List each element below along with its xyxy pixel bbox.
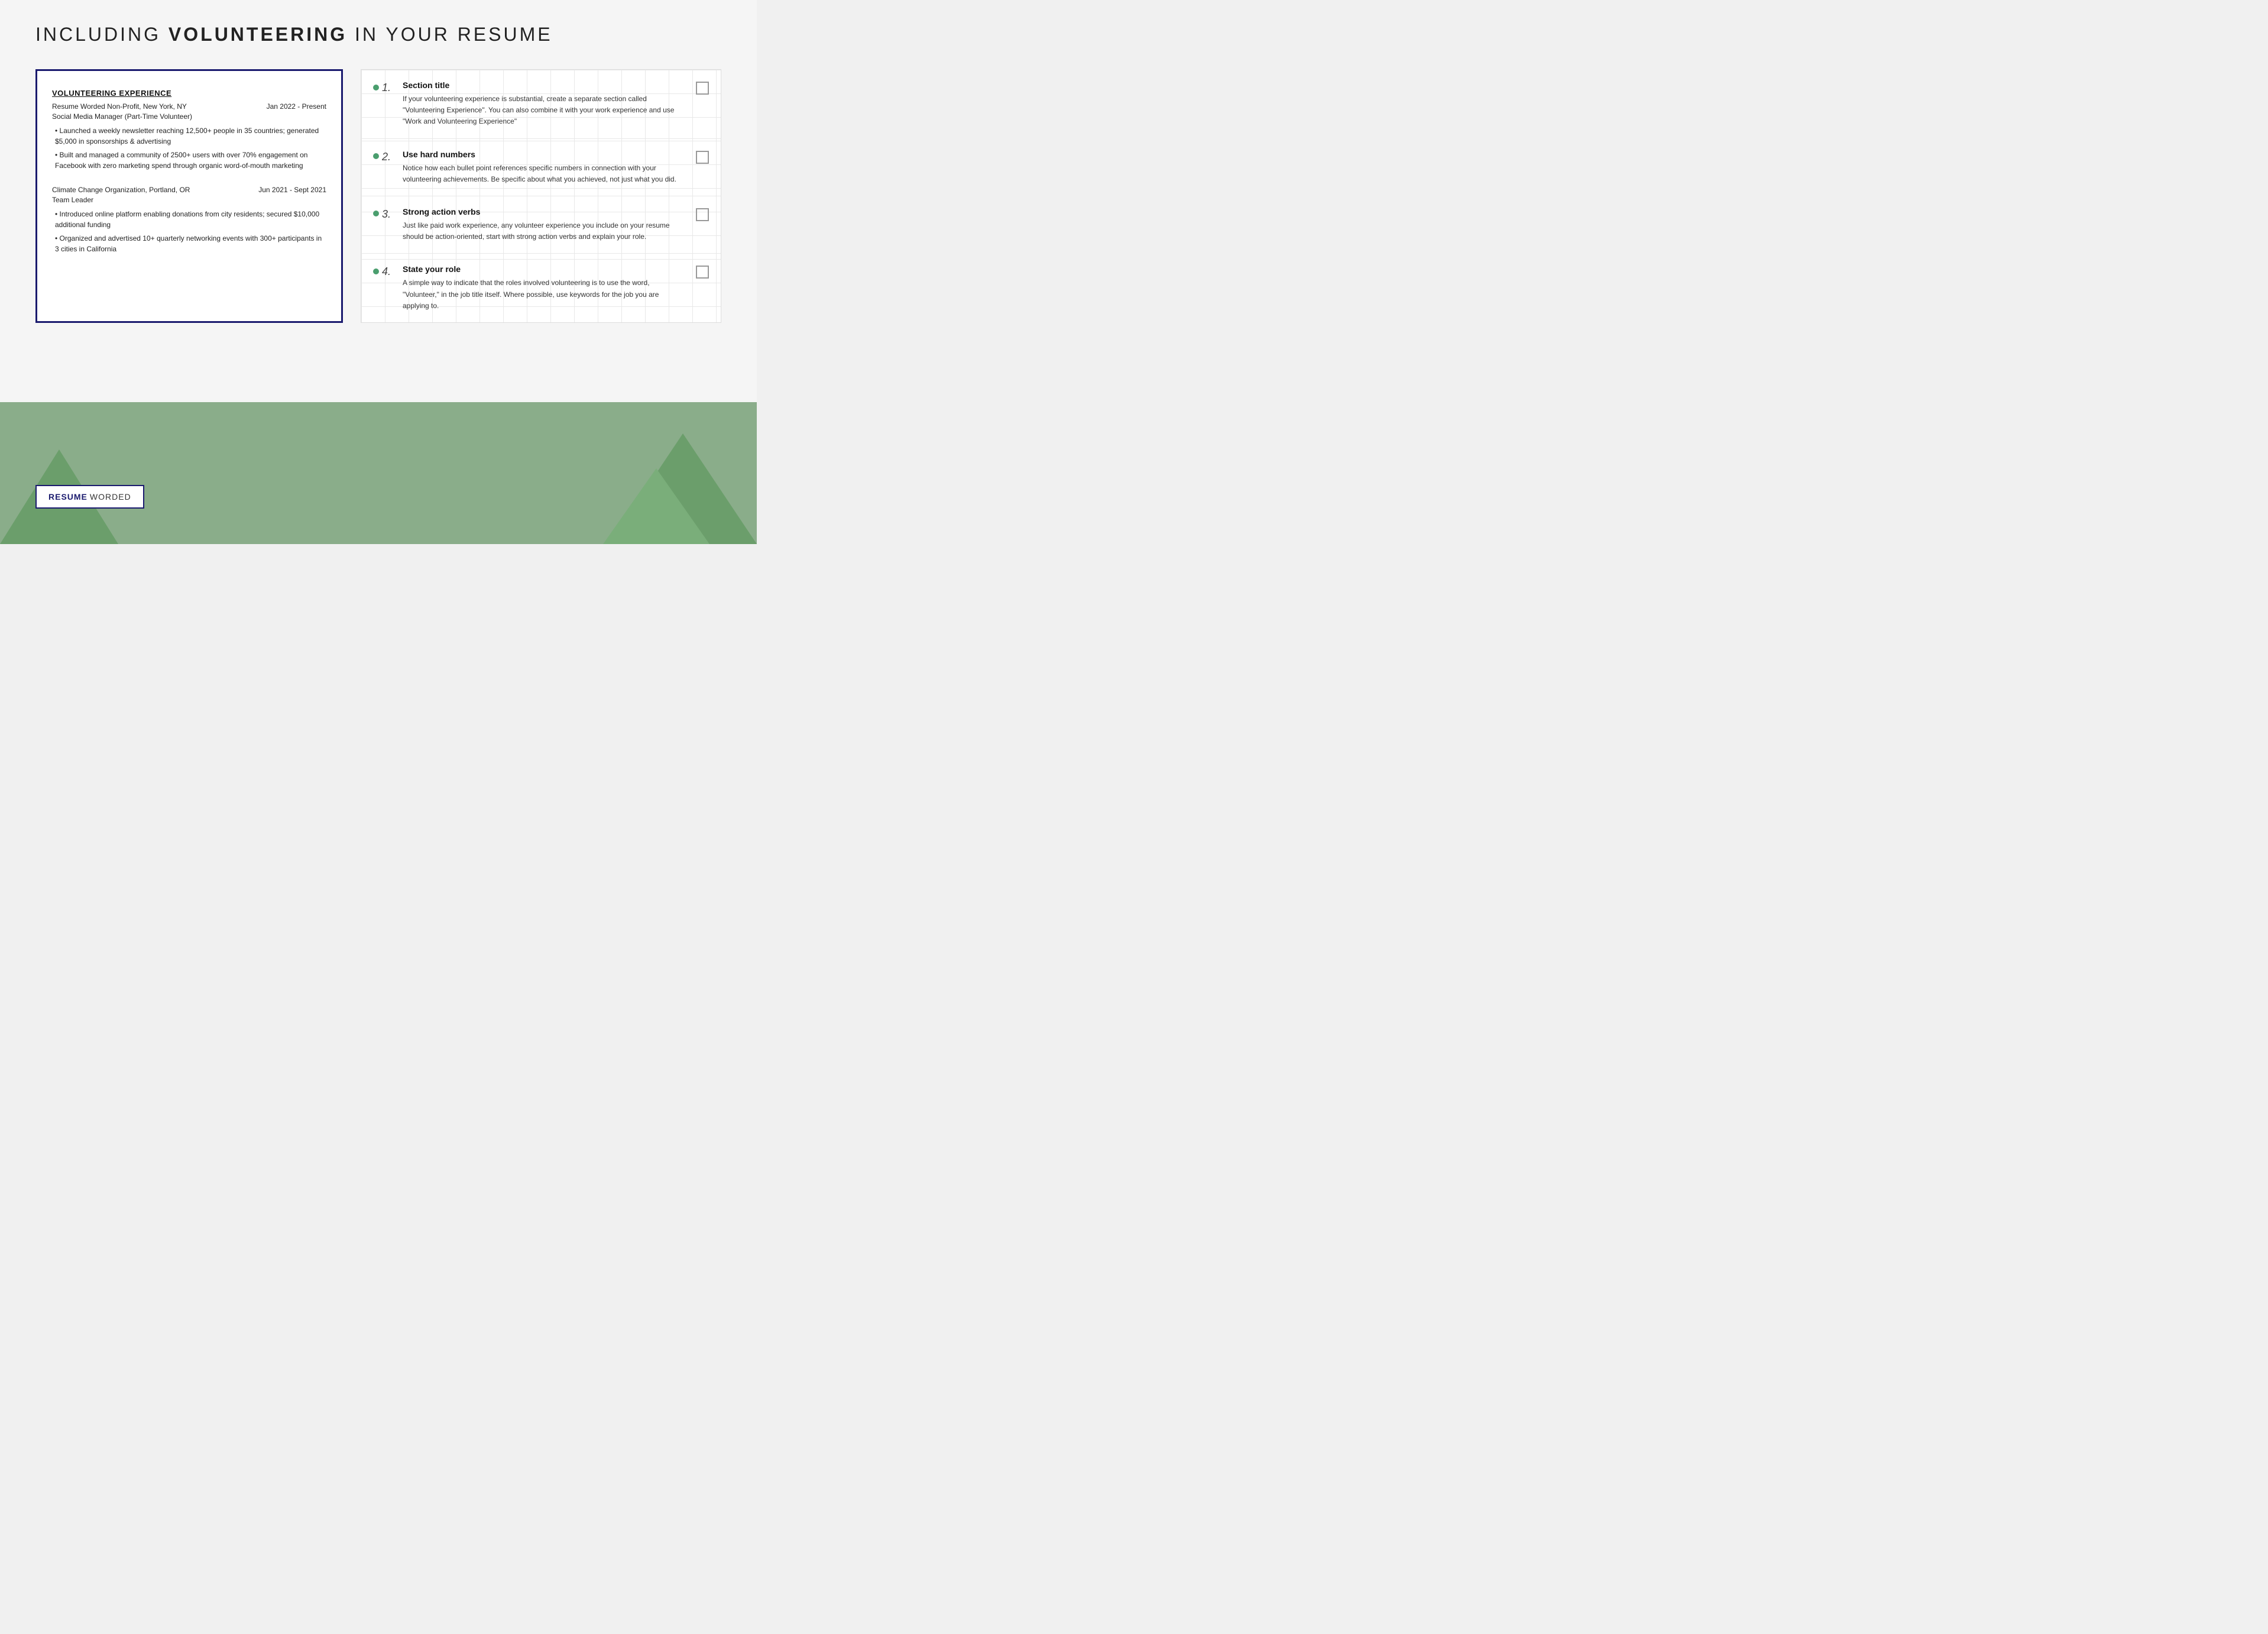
tip4-description: A simple way to indicate that the roles … [403,277,687,312]
resume-job1-dates: Jan 2022 - Present [267,102,326,111]
resume-job2-dates: Jun 2021 - Sept 2021 [258,186,326,194]
content-area: VOLUNTEERING EXPERIENCE Resume Worded No… [35,69,721,323]
tip4-title: State your role [403,264,687,274]
tip3-description: Just like paid work experience, any volu… [403,220,687,242]
tip1-green-dot [373,85,379,90]
tip2-green-dot [373,153,379,159]
tip2-title: Use hard numbers [403,150,687,159]
resume-job1-role: Social Media Manager (Part-Time Voluntee… [52,112,326,121]
tip1-checkbox[interactable] [696,82,709,95]
tip1-title: Section title [403,80,687,90]
tip-item-4: 4. State your role A simple way to indic… [361,254,721,322]
logo-resume-text: RESUME [48,492,88,501]
resume-job1-org-line: Resume Worded Non-Profit, New York, NY J… [52,102,326,111]
tip3-number: 3. [382,207,403,221]
resume-job1-bullet2: • Built and managed a community of 2500+… [52,150,326,171]
tip2-description: Notice how each bullet point references … [403,163,687,185]
tip2-checkbox[interactable] [696,151,709,164]
tip-item-3: 3. Strong action verbs Just like paid wo… [361,196,721,254]
tip2-content: Use hard numbers Notice how each bullet … [403,150,687,185]
tip1-content: Section title If your volunteering exper… [403,80,687,128]
tip-item-1: 1. Section title If your volunteering ex… [361,70,721,139]
tip3-checkbox[interactable] [696,208,709,221]
title-light: INCLUDING [35,24,169,45]
resume-job2-role: Team Leader [52,196,326,204]
tip-item-2: 2. Use hard numbers Notice how each bull… [361,139,721,196]
resume-job2-bullet2: • Organized and advertised 10+ quarterly… [52,233,326,254]
resume-panel: VOLUNTEERING EXPERIENCE Resume Worded No… [35,69,343,323]
tips-panel: 1. Section title If your volunteering ex… [361,69,721,323]
resume-job1-org: Resume Worded Non-Profit, New York, NY [52,102,187,111]
tip1-description: If your volunteering experience is subst… [403,93,687,128]
logo-worded-text: WORDED [90,492,131,501]
resume-job1-bullet1: • Launched a weekly newsletter reaching … [52,125,326,147]
tip2-number-wrapper: 2. [373,150,403,163]
resume-job2-org-line: Climate Change Organization, Portland, O… [52,186,326,194]
resume-job2-org: Climate Change Organization, Portland, O… [52,186,190,194]
title-end: IN YOUR RESUME [347,24,552,45]
logo-area: RESUME WORDED [35,485,144,509]
resume-section-title: VOLUNTEERING EXPERIENCE [52,89,326,98]
tip1-number: 1. [382,80,403,94]
tip1-number-wrapper: 1. [373,80,403,94]
tip3-green-dot [373,211,379,216]
resume-job2-bullet1: • Introduced online platform enabling do… [52,209,326,230]
tip4-number-wrapper: 4. [373,264,403,278]
tip4-number: 4. [382,264,403,278]
tip3-title: Strong action verbs [403,207,687,216]
tip3-number-wrapper: 3. [373,207,403,221]
tip4-checkbox[interactable] [696,266,709,279]
tip4-green-dot [373,268,379,274]
page-title: INCLUDING VOLUNTEERING IN YOUR RESUME [35,24,721,46]
title-bold: VOLUNTEERING [169,24,347,45]
tip4-content: State your role A simple way to indicate… [403,264,687,312]
resume-divider [52,174,326,186]
tip2-number: 2. [382,150,403,163]
tip3-content: Strong action verbs Just like paid work … [403,207,687,242]
